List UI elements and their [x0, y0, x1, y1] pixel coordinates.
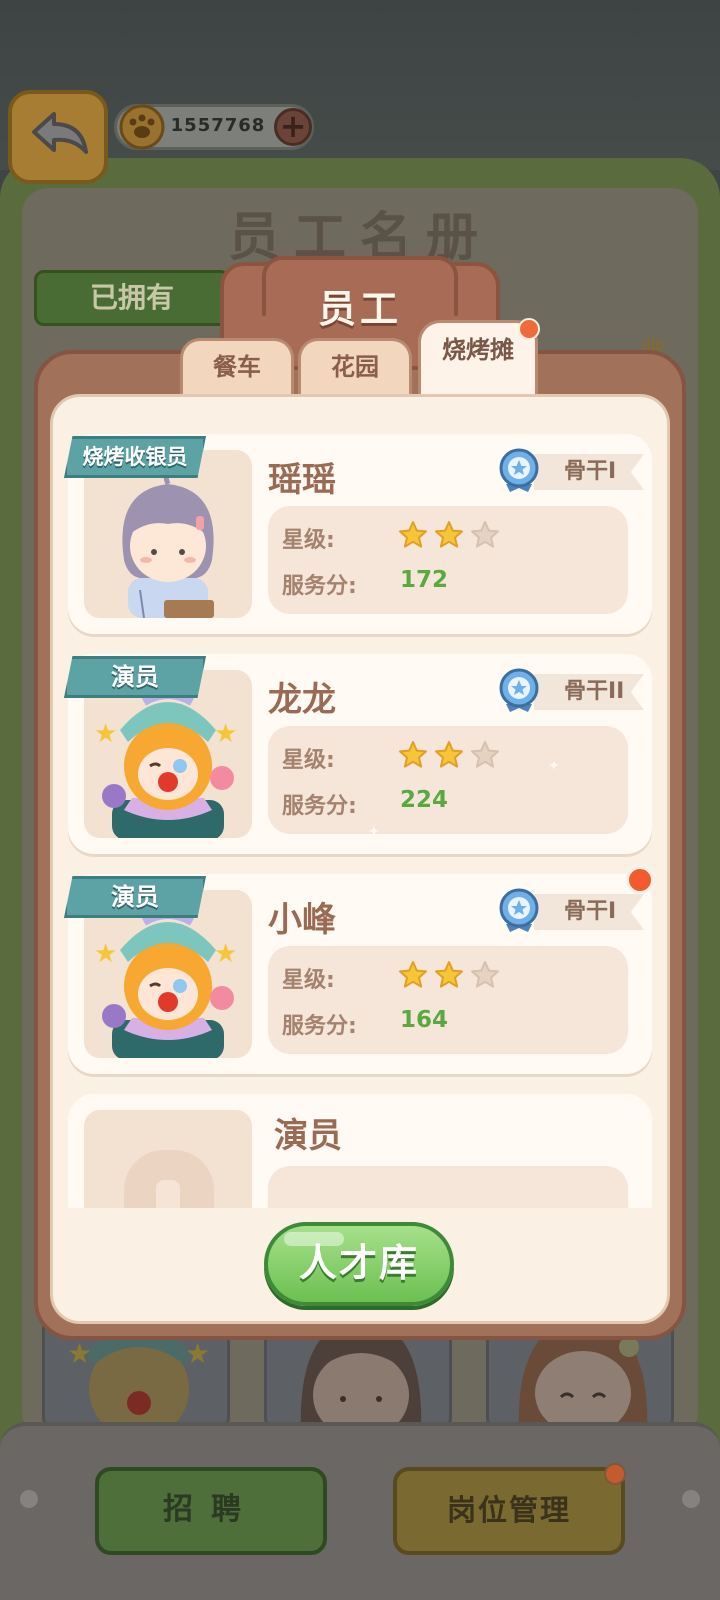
star-filled-icon	[399, 961, 427, 988]
employee-name: 瑶瑶	[268, 460, 336, 500]
currency-amount: 1557768	[170, 115, 266, 136]
rank-label: 骨干II	[534, 674, 644, 710]
svg-text:★: ★	[94, 719, 117, 749]
star-filled-icon	[435, 961, 463, 988]
employee-card[interactable]: ★ ★ 演员 龙龙 骨干II 星级: 服务分: 224 ✦ ✦	[64, 654, 652, 854]
medal-icon	[499, 668, 539, 712]
score-label: 服务分:	[282, 1014, 357, 1039]
back-button[interactable]	[8, 90, 108, 184]
star-empty-icon	[471, 521, 499, 548]
role-banner: 烧烤收银员	[64, 436, 206, 478]
stats-panel: 星级: 服务分: 224	[268, 726, 628, 834]
sparkle-icon: ✦	[368, 824, 380, 840]
role-banner: 演员	[64, 656, 206, 698]
top-background	[0, 0, 720, 170]
star-rating	[399, 741, 499, 768]
employee-name: 龙龙	[268, 680, 336, 720]
employee-card[interactable]: ★ ★ 演员 小峰 骨干I 星级: 服务分: 164	[64, 866, 654, 1074]
recruit-button[interactable]: 招聘	[95, 1467, 327, 1555]
svg-text:★: ★	[214, 719, 237, 749]
stats-panel: 星级: 服务分: 164	[268, 946, 628, 1054]
slot-role-name: 演员	[274, 1116, 342, 1156]
service-score: 224	[400, 787, 449, 813]
star-filled-icon	[435, 521, 463, 548]
employee-list[interactable]: 烧烤收银员 瑶瑶 骨干I 星级: 服务分: 172 ★ ★ 演员 龙龙 骨干II…	[64, 420, 656, 1208]
bottom-bar-rivet	[682, 1490, 700, 1508]
service-score: 172	[400, 567, 449, 593]
star-label: 星级:	[282, 968, 335, 993]
notification-badge	[518, 318, 540, 340]
svg-text:★: ★	[185, 1337, 210, 1370]
svg-text:★: ★	[214, 939, 237, 969]
plus-icon	[156, 1180, 180, 1208]
star-rating	[399, 521, 499, 548]
star-empty-icon	[471, 741, 499, 768]
score-label: 服务分:	[282, 574, 357, 599]
medal-icon	[499, 888, 539, 932]
svg-text:★: ★	[94, 939, 117, 969]
empty-portrait	[84, 1110, 252, 1208]
employee-name: 小峰	[268, 900, 336, 940]
star-empty-icon	[471, 961, 499, 988]
sparkle-icon: ✦	[548, 758, 560, 774]
tab-garden[interactable]: 花园	[298, 338, 412, 396]
medal-icon	[499, 448, 539, 492]
star-filled-icon	[399, 741, 427, 768]
paw-coin-icon	[118, 104, 170, 150]
position-management-button[interactable]: 岗位管理	[393, 1467, 625, 1555]
star-label: 星级:	[282, 748, 335, 773]
star-rating	[399, 961, 499, 988]
owned-tab: 已拥有	[34, 270, 230, 326]
notification-badge	[626, 866, 654, 894]
star-filled-icon	[435, 741, 463, 768]
star-filled-icon	[399, 521, 427, 548]
rank-label: 骨干I	[534, 894, 644, 930]
employee-card[interactable]: 烧烤收银员 瑶瑶 骨干I 星级: 服务分: 172	[64, 434, 652, 634]
rank-label: 骨干I	[534, 454, 644, 490]
service-score: 164	[400, 1007, 449, 1033]
notification-badge	[604, 1463, 626, 1485]
role-banner: 演员	[64, 876, 206, 918]
stats-panel: 星级: 服务分: 172	[268, 506, 628, 614]
empty-employee-slot[interactable]: 演员	[68, 1094, 652, 1208]
score-label: 服务分:	[282, 794, 357, 819]
back-arrow-icon	[32, 112, 88, 154]
button-shine	[284, 1232, 344, 1246]
add-currency-button[interactable]: +	[274, 108, 312, 146]
svg-text:★: ★	[67, 1337, 92, 1370]
tab-food-truck[interactable]: 餐车	[180, 338, 294, 396]
bottom-bar-rivet	[20, 1490, 38, 1508]
stats-panel	[268, 1166, 628, 1208]
star-label: 星级:	[282, 528, 335, 553]
